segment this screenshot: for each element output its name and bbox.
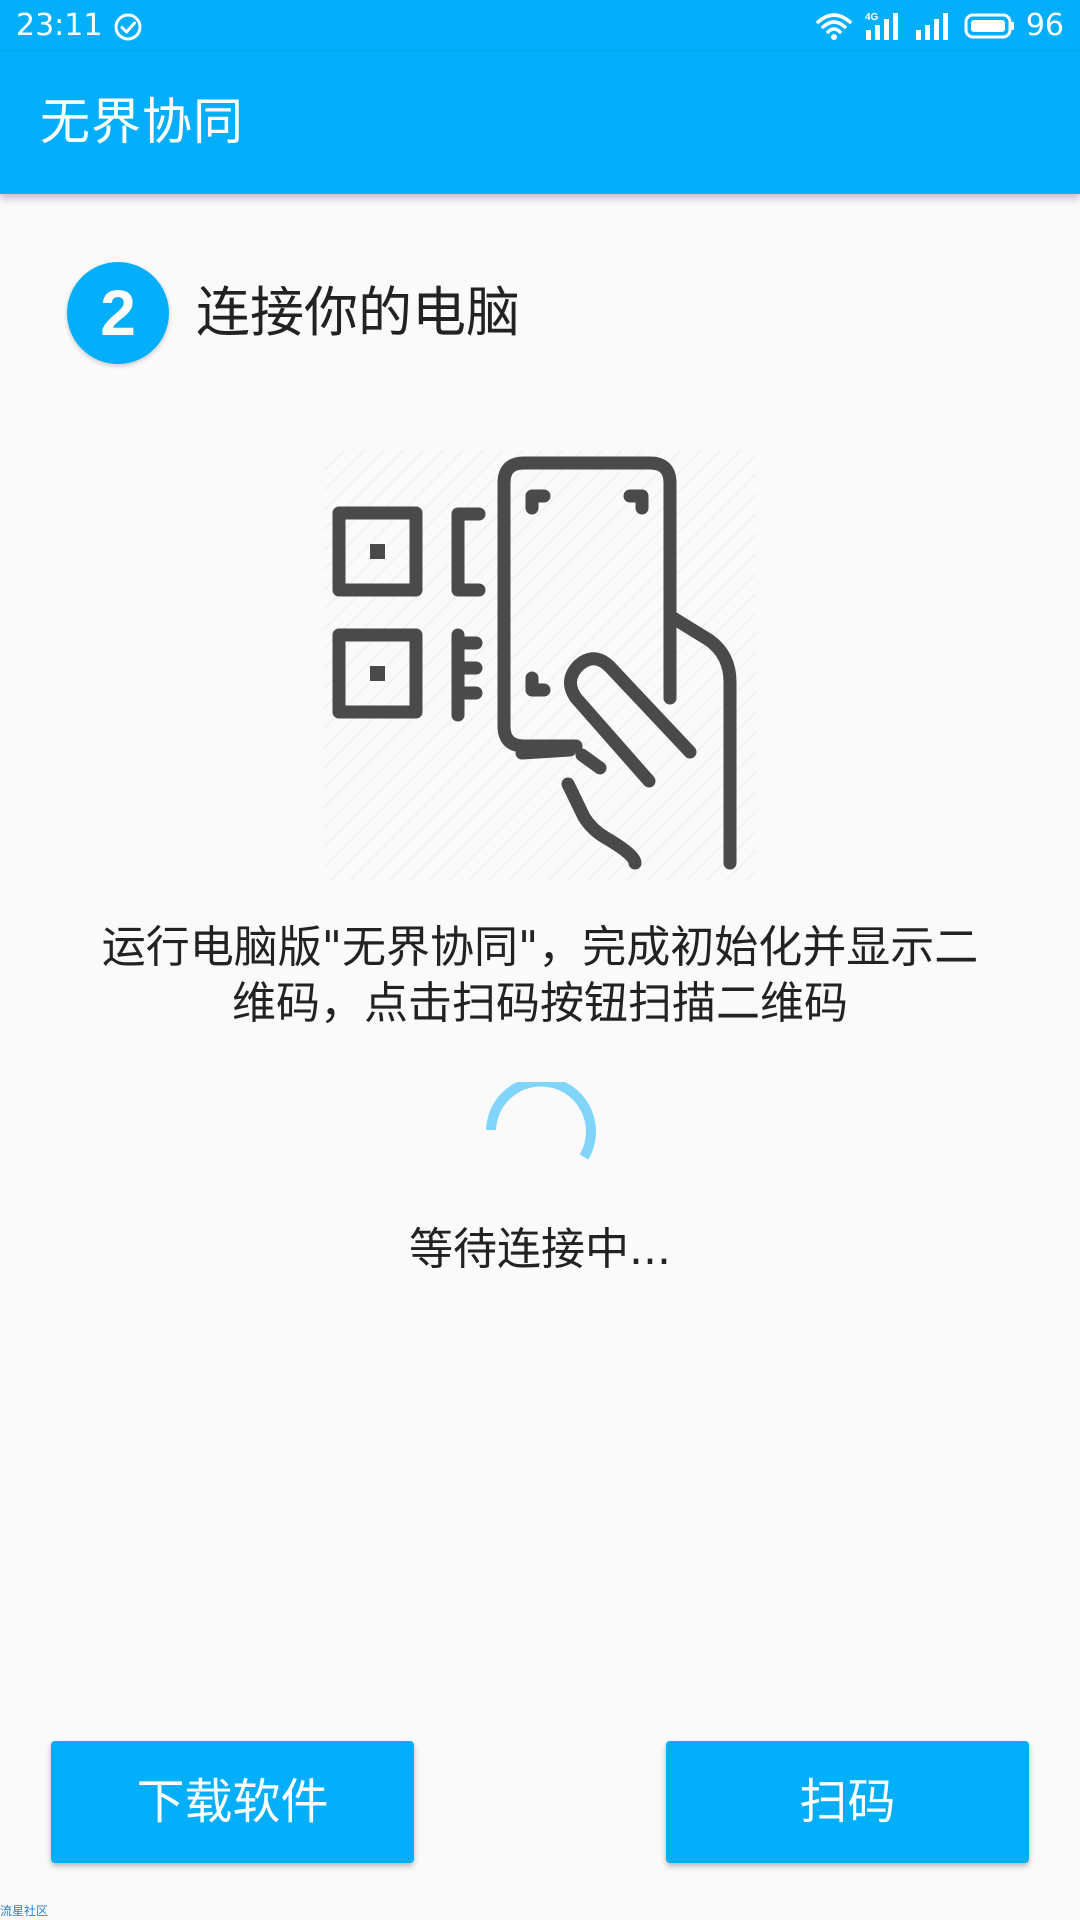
step-number-badge: 2 <box>67 262 169 364</box>
check-circle-icon <box>114 13 142 41</box>
app-bar: 无界协同 <box>0 52 1080 194</box>
scan-qr-code-with-phone-icon <box>324 450 756 880</box>
watermark-text: 流星社区 <box>0 1904 49 1918</box>
step-title: 连接你的电脑 <box>196 281 520 344</box>
instruction-text: 运行电脑版"无界协同"，完成初始化并显示二 维码，点击扫码按钮扫描二维码 <box>60 920 1020 1032</box>
status-bar: 23:11 4G 96 <box>0 0 1080 52</box>
loading-spinner-icon <box>486 1082 596 1160</box>
battery-icon <box>964 13 1014 39</box>
waiting-status-text: 等待连接中... <box>409 1224 671 1275</box>
wifi-icon <box>816 13 852 40</box>
signal-4g-icon: 4G <box>865 12 898 40</box>
download-software-button[interactable]: 下载软件 <box>51 1741 414 1863</box>
battery-percent: 96 <box>1025 8 1064 43</box>
instruction-line-1: 运行电脑版"无界协同"，完成初始化并显示二 <box>101 922 979 973</box>
app-title: 无界协同 <box>40 93 244 151</box>
network-label: 4G <box>865 12 879 23</box>
scan-qr-button[interactable]: 扫码 <box>666 1741 1029 1863</box>
status-icons: 4G 96 <box>814 6 1064 46</box>
instruction-line-2: 维码，点击扫码按钮扫描二维码 <box>232 978 848 1029</box>
signal-icon <box>915 13 948 40</box>
status-time: 23:11 <box>16 8 103 43</box>
